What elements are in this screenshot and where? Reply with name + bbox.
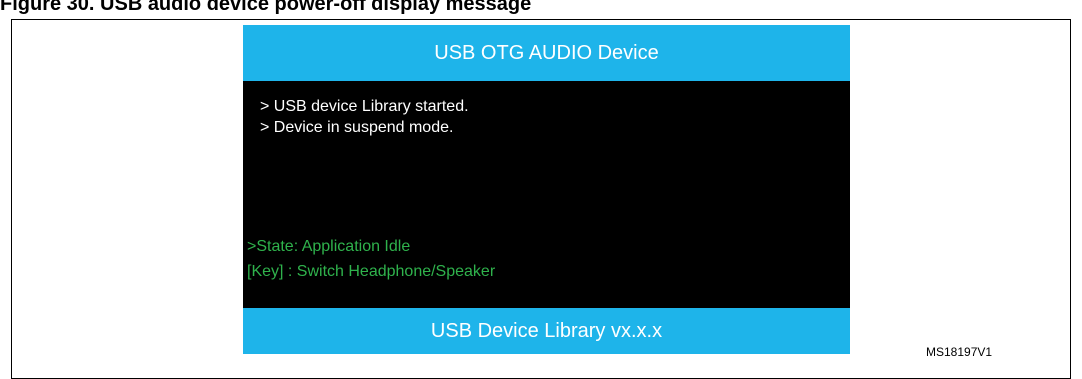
figure-caption: Figure 30. USB audio device power-off di… bbox=[0, 0, 532, 15]
log-line-library-started: > USB device Library started. bbox=[260, 98, 469, 115]
status-line-key-hint: [Key] : Switch Headphone/Speaker bbox=[247, 263, 496, 280]
lcd-screen: USB OTG AUDIO Device > USB device Librar… bbox=[243, 25, 850, 354]
screen-header-title: USB OTG AUDIO Device bbox=[434, 41, 659, 64]
figure-reference-code: MS18197V1 bbox=[926, 345, 993, 359]
status-line-state: >State: Application Idle bbox=[247, 238, 411, 255]
screen-footer-bar: USB Device Library vx.x.x bbox=[243, 308, 850, 354]
screen-header-bar: USB OTG AUDIO Device bbox=[243, 25, 850, 81]
screen-footer-title: USB Device Library vx.x.x bbox=[430, 319, 663, 342]
log-line-suspend-mode: > Device in suspend mode. bbox=[260, 119, 454, 136]
